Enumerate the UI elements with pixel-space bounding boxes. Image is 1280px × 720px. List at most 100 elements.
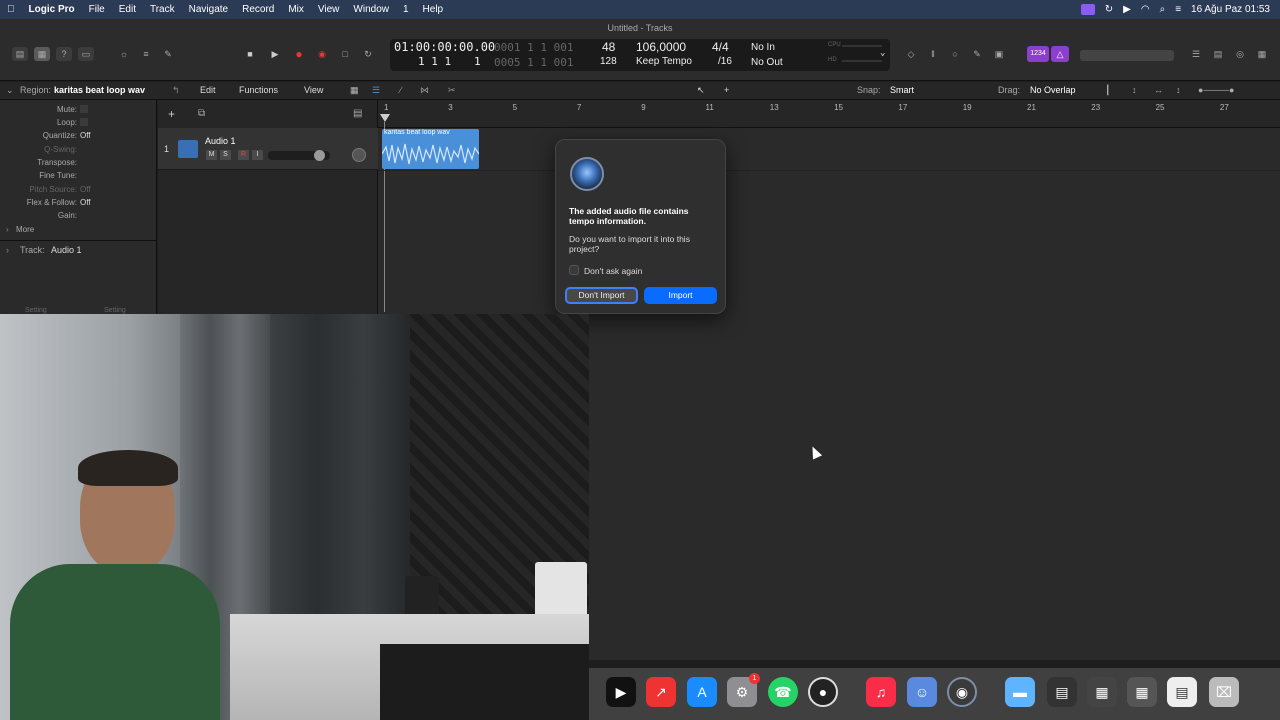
play-circle-icon[interactable]: ▶ [1123, 4, 1131, 15]
setting-button-a[interactable]: Setting [25, 307, 47, 314]
help-icon[interactable]: ? [56, 47, 72, 61]
view-menu[interactable]: View [304, 85, 323, 95]
pointer-tool-icon[interactable]: ↖ [697, 85, 705, 96]
menu-track[interactable]: Track [143, 4, 182, 15]
dont-ask-again-label[interactable]: Don't ask again [584, 266, 642, 276]
volume-slider-knob[interactable] [313, 150, 325, 161]
inspector-finetune-row[interactable]: Fine Tune: [0, 171, 157, 183]
playhead-icon[interactable] [380, 114, 390, 122]
inspector-transpose-row[interactable]: Transpose: [0, 158, 157, 170]
list-icon[interactable]: ☰ [372, 85, 380, 96]
sync-icon[interactable]: ↻ [1105, 4, 1113, 15]
bar-ruler[interactable]: 1 3 5 7 9 11 13 15 17 19 21 23 25 27 [378, 100, 1280, 128]
inspector-mute-row[interactable]: Mute: [0, 105, 157, 117]
loop-browser-icon[interactable]: ◎ [1232, 47, 1248, 61]
apple-menu-icon[interactable]:  [0, 4, 22, 15]
control-center-icon[interactable]: ≡ [1175, 4, 1181, 15]
record-enable-button[interactable]: R [238, 150, 249, 160]
inspector-track-row[interactable]: › Track: Audio 1 [0, 245, 157, 257]
back-icon[interactable]: ↰ [172, 85, 180, 96]
menu-1[interactable]: 1 [396, 4, 416, 15]
audio-region[interactable]: karitas beat loop wav [382, 129, 479, 169]
capture-record-icon[interactable]: ◉ [314, 47, 330, 61]
library-icon[interactable]: ▤ [12, 47, 28, 61]
track-name-label[interactable]: Audio 1 [205, 136, 236, 146]
zoom-stepper-icon[interactable]: ↕ [1176, 85, 1181, 95]
cycle-icon[interactable]: ↻ [360, 47, 376, 61]
obs-icon[interactable]: ● [808, 677, 838, 707]
automation-icon[interactable]: ∕ [400, 85, 402, 95]
smart-controls-icon[interactable]: ☼ [116, 47, 132, 61]
edit-menu[interactable]: Edit [200, 85, 216, 95]
pencil-icon[interactable]: ✎ [969, 47, 985, 61]
loop-checkbox[interactable] [80, 118, 88, 126]
stop-icon[interactable]: ■ [242, 47, 258, 61]
count-in-icon[interactable]: 1234 [1027, 46, 1049, 62]
snap-select[interactable]: Smart [890, 85, 914, 95]
inspector-gain-row[interactable]: Gain: [0, 211, 157, 223]
browser-window-icon[interactable]: ▤ [1167, 677, 1197, 707]
functions-menu[interactable]: Functions [239, 85, 278, 95]
whatsapp-icon[interactable]: ☎ [768, 677, 798, 707]
trash-icon[interactable]: ⌧ [1209, 677, 1239, 707]
import-button[interactable]: Import [644, 287, 717, 304]
tuner-icon[interactable]: ◇ [903, 47, 919, 61]
editors-icon[interactable]: ✎ [160, 47, 176, 61]
screen-record-icon[interactable] [1080, 4, 1095, 15]
horizontal-zoom-icon[interactable]: ↔ [1154, 85, 1163, 95]
notepad-icon[interactable]: ▤ [1210, 47, 1226, 61]
mute-checkbox[interactable] [80, 105, 88, 113]
menu-window[interactable]: Window [346, 4, 396, 15]
drag-select[interactable]: No Overlap [1030, 85, 1076, 95]
menu-record[interactable]: Record [235, 4, 281, 15]
browser-icon[interactable]: ▦ [1254, 47, 1270, 61]
track-header[interactable]: 1 Audio 1 M S R I [158, 128, 378, 170]
screenshot-thumbnail-icon[interactable]: ▦ [1127, 677, 1157, 707]
dont-import-button[interactable]: Don't Import [565, 287, 638, 304]
logic-icon[interactable]: ◉ [947, 677, 977, 707]
clock[interactable]: 16 Ağu Paz 01:53 [1191, 4, 1270, 15]
music-icon[interactable]: ♫ [866, 677, 896, 707]
lcd-display[interactable]: 01:00:00:00.00 0001 1 1 001 1 1 1 1 0005… [390, 39, 890, 71]
menu-file[interactable]: File [82, 4, 112, 15]
menu-navigate[interactable]: Navigate [182, 4, 235, 15]
dont-ask-again-checkbox[interactable] [569, 265, 579, 275]
inspector-loop-row[interactable]: Loop: [0, 118, 157, 130]
zoom-slider[interactable]: ●────● [1198, 85, 1234, 95]
master-volume-bar[interactable] [1080, 50, 1174, 61]
metronome-settings-icon[interactable]: ‖ [925, 47, 941, 61]
settings-icon[interactable]: ⚙ 1 [727, 673, 760, 707]
search-icon[interactable]: ⌕ [1160, 4, 1166, 15]
note-icon[interactable]: ▣ [991, 47, 1007, 61]
inspector-quantize-row[interactable]: Quantize: Off [0, 131, 157, 143]
tv-icon[interactable]: ▶ [606, 677, 636, 707]
add-track-icon[interactable]: + [168, 107, 175, 121]
vertical-zoom-icon[interactable]: ↕ [1132, 85, 1137, 95]
quantize-value[interactable]: Off [80, 131, 91, 140]
waveform-zoom-icon[interactable]: ┃ [1105, 85, 1110, 96]
region-disclosure-icon[interactable]: ⌄ [6, 85, 14, 96]
mixer-icon[interactable]: ≡ [138, 47, 154, 61]
folder-icon[interactable]: ▬ [1005, 677, 1035, 707]
scissors-icon[interactable]: ✂ [448, 85, 456, 96]
input-monitor-button[interactable]: I [252, 150, 263, 160]
inspector-icon[interactable]: ▦ [34, 47, 50, 61]
flex-value[interactable]: Off [80, 198, 91, 207]
grid-icon[interactable]: ▦ [350, 85, 359, 96]
terminal-window-icon[interactable]: ▤ [1047, 677, 1077, 707]
menu-mix[interactable]: Mix [281, 4, 311, 15]
app-menu[interactable]: Logic Pro [22, 4, 82, 15]
play-icon[interactable]: ▶ [267, 47, 283, 61]
setting-button-b[interactable]: Setting [104, 307, 126, 314]
inspector-flex-row[interactable]: Flex & Follow: Off [0, 198, 157, 210]
replace-icon[interactable]: □ [337, 47, 353, 61]
global-tracks-icon[interactable]: ▤ [353, 108, 362, 119]
toolbar-icon[interactable]: ▭ [78, 47, 94, 61]
solo-icon[interactable]: ○ [947, 47, 963, 61]
lcd-chevron-down-icon[interactable]: ⌄ [880, 48, 885, 58]
menu-help[interactable]: Help [416, 4, 451, 15]
inspector-more-row[interactable]: › More [0, 225, 157, 237]
list-editors-icon[interactable]: ☰ [1188, 47, 1204, 61]
window-thumbnail-icon[interactable]: ▦ [1087, 677, 1117, 707]
duplicate-track-icon[interactable]: ⧉ [198, 108, 205, 119]
